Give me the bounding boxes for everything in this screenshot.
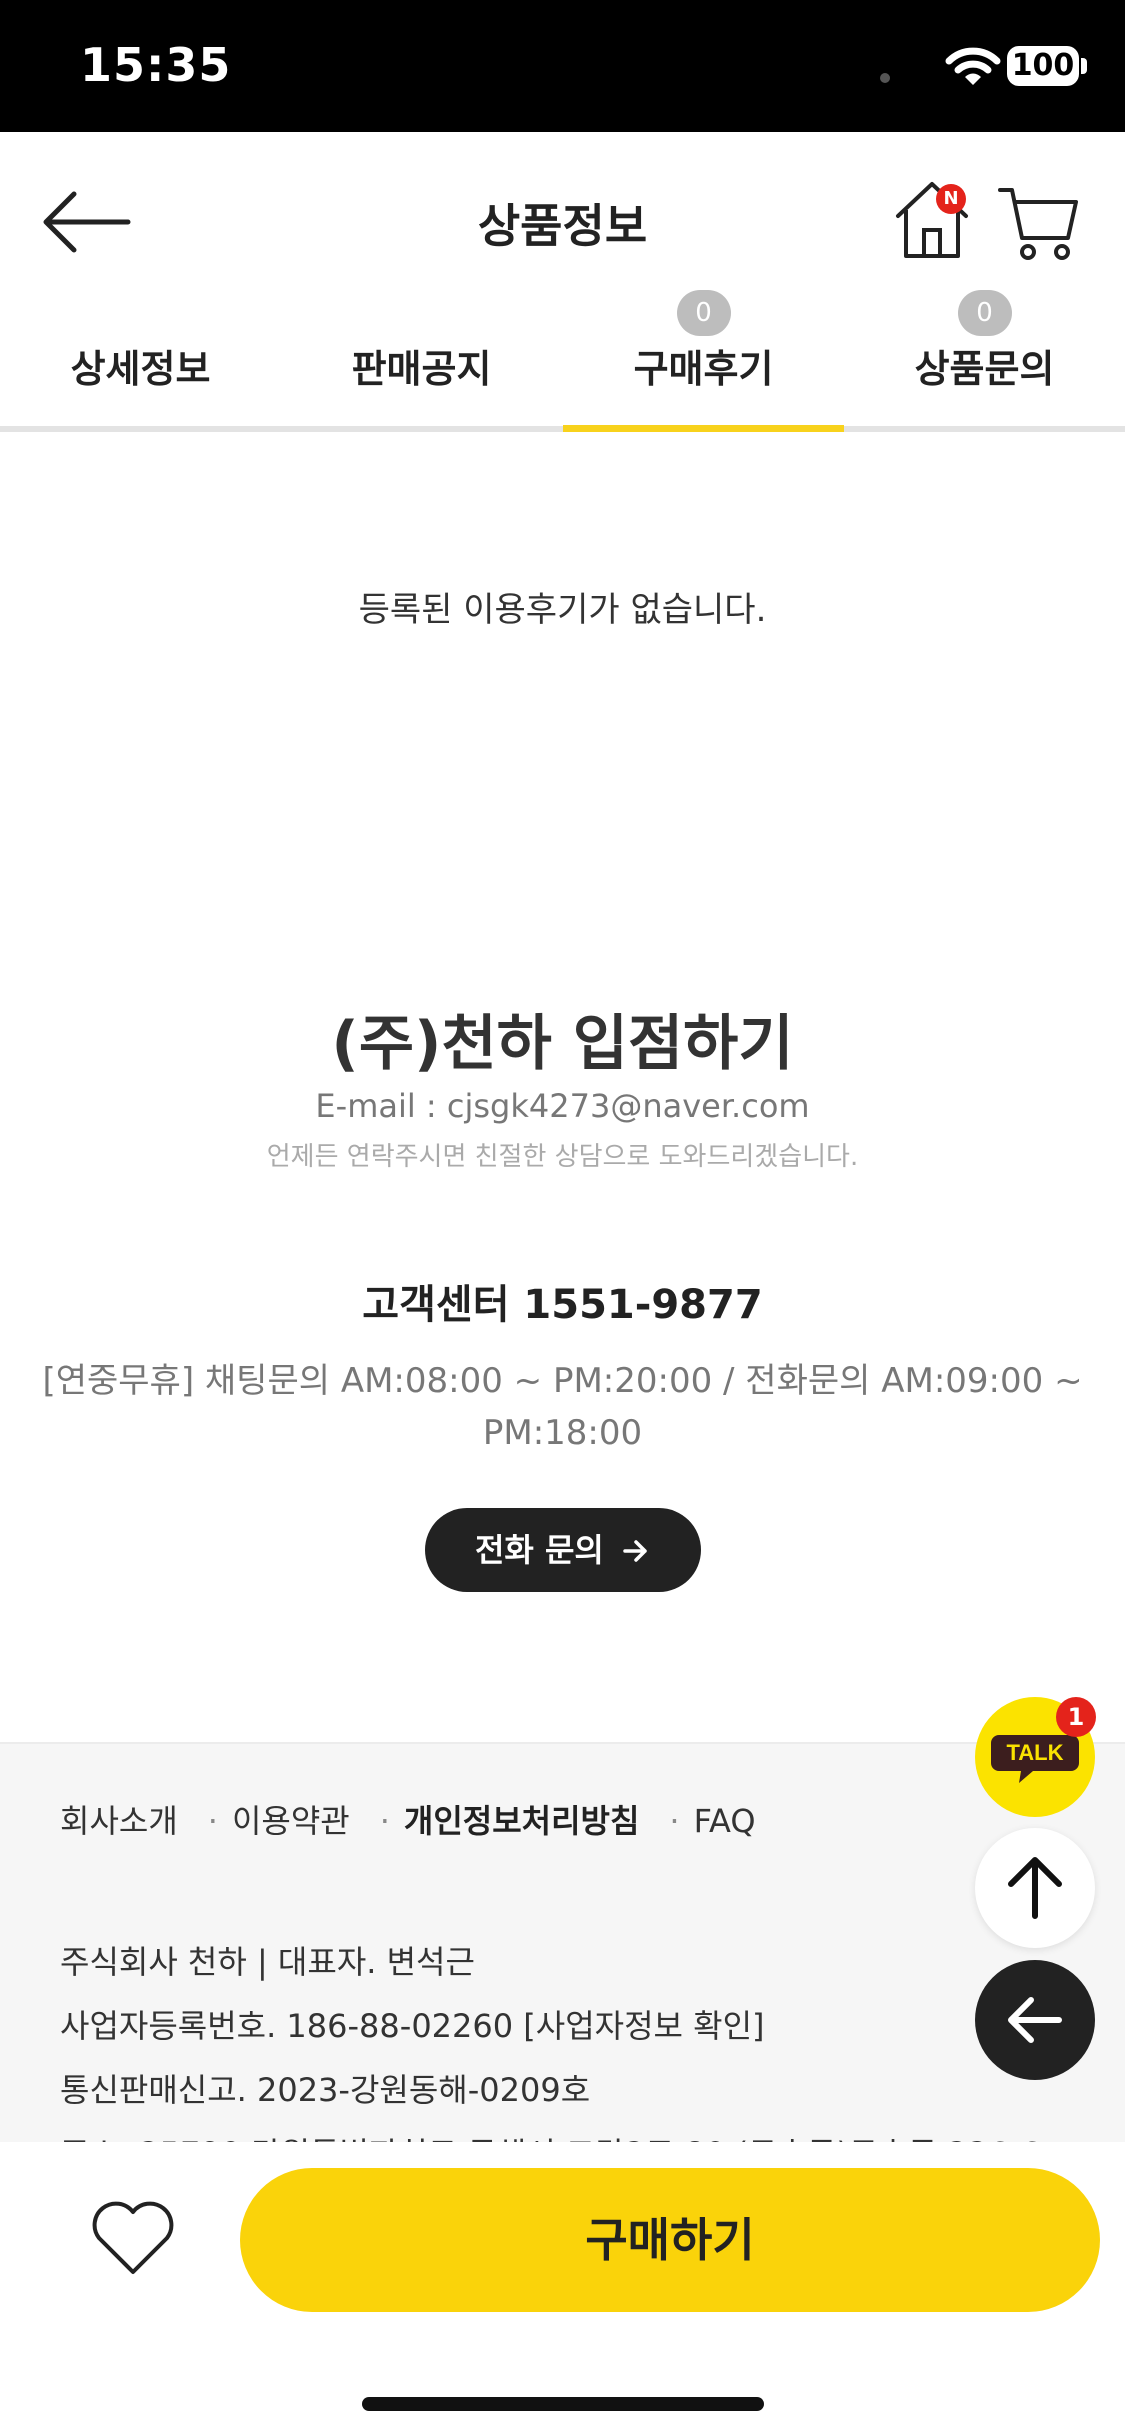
company-info-line: 통신판매신고. 2023-강원동해-0209호 xyxy=(60,2071,591,2109)
empty-reviews-message: 등록된 이용후기가 없습니다. xyxy=(358,590,767,630)
tab-label: 상세정보 xyxy=(70,347,211,391)
tab-notice[interactable]: 판매공지 xyxy=(281,296,562,430)
home-new-badge: N xyxy=(936,184,966,214)
tab-active-indicator xyxy=(563,425,844,432)
talk-notification-badge: 1 xyxy=(1056,1697,1096,1737)
partner-description: 언제든 연락주시면 친절한 상담으로 도와드리겠습니다. xyxy=(266,1142,859,1172)
go-back-button[interactable] xyxy=(975,1960,1095,2080)
footer-separator: · xyxy=(379,1802,390,1840)
company-info-line: 사업자등록번호. 186-88-02260 [사업자정보 확인] xyxy=(60,2007,765,2045)
wifi-icon xyxy=(945,47,1001,85)
footer-separator: · xyxy=(207,1802,218,1840)
footer-link-company[interactable]: 회사소개 xyxy=(60,1802,178,1840)
scroll-top-button[interactable] xyxy=(975,1828,1095,1948)
customer-center-hours: [연중무휴] 채팅문의 AM:08:00 ~ PM:20:00 / 전화문의 A… xyxy=(42,1361,1083,1453)
footer-links: 회사소개 · 이용약관 · 개인정보처리방침 · FAQ xyxy=(60,1796,764,1842)
tab-label: 상품문의 xyxy=(914,347,1055,391)
arrow-up-icon xyxy=(1008,1857,1062,1919)
tab-reviews[interactable]: 0 구매후기 xyxy=(563,290,844,430)
footer-link-faq[interactable]: FAQ xyxy=(694,1802,756,1840)
footer-link-privacy[interactable]: 개인정보처리방침 xyxy=(404,1802,640,1840)
arrow-right-icon xyxy=(623,1540,647,1562)
heart-icon[interactable] xyxy=(90,2198,176,2278)
arrow-left-icon xyxy=(1008,1997,1062,2043)
tab-count-badge: 0 xyxy=(957,290,1012,336)
status-time: 15:35 xyxy=(80,38,232,92)
cart-icon[interactable] xyxy=(996,180,1080,264)
partner-title: (주)천하 입점하기 xyxy=(331,1009,794,1079)
battery-tip xyxy=(1081,58,1087,74)
status-bar: 15:35 100 xyxy=(0,0,1125,132)
footer-separator: · xyxy=(669,1802,680,1840)
tab-label: 구매후기 xyxy=(633,347,774,391)
customer-center-title: 고객센터 1551-9877 xyxy=(362,1282,763,1328)
home-indicator xyxy=(362,2397,764,2411)
tab-count-badge: 0 xyxy=(676,290,731,336)
footer-link-terms[interactable]: 이용약관 xyxy=(232,1802,350,1840)
tab-label: 판매공지 xyxy=(351,347,492,391)
tab-inquiry[interactable]: 0 상품문의 xyxy=(844,290,1125,430)
buy-button[interactable]: 구매하기 xyxy=(240,2168,1100,2312)
product-tabs: 상세정보 판매공지 0 구매후기 0 상품문의 xyxy=(0,290,1125,430)
partner-email: E-mail : cjsgk4273@naver.com xyxy=(315,1087,810,1125)
talk-label: TALK xyxy=(1006,1740,1063,1765)
company-info-line: 주식회사 천하 | 대표자. 변석근 xyxy=(60,1943,475,1981)
status-dot xyxy=(880,73,890,83)
call-button-label: 전화 문의 xyxy=(474,1531,604,1569)
call-inquiry-button[interactable]: 전화 문의 xyxy=(425,1508,701,1592)
battery-icon: 100 xyxy=(1007,46,1079,86)
tab-detail[interactable]: 상세정보 xyxy=(0,296,281,430)
